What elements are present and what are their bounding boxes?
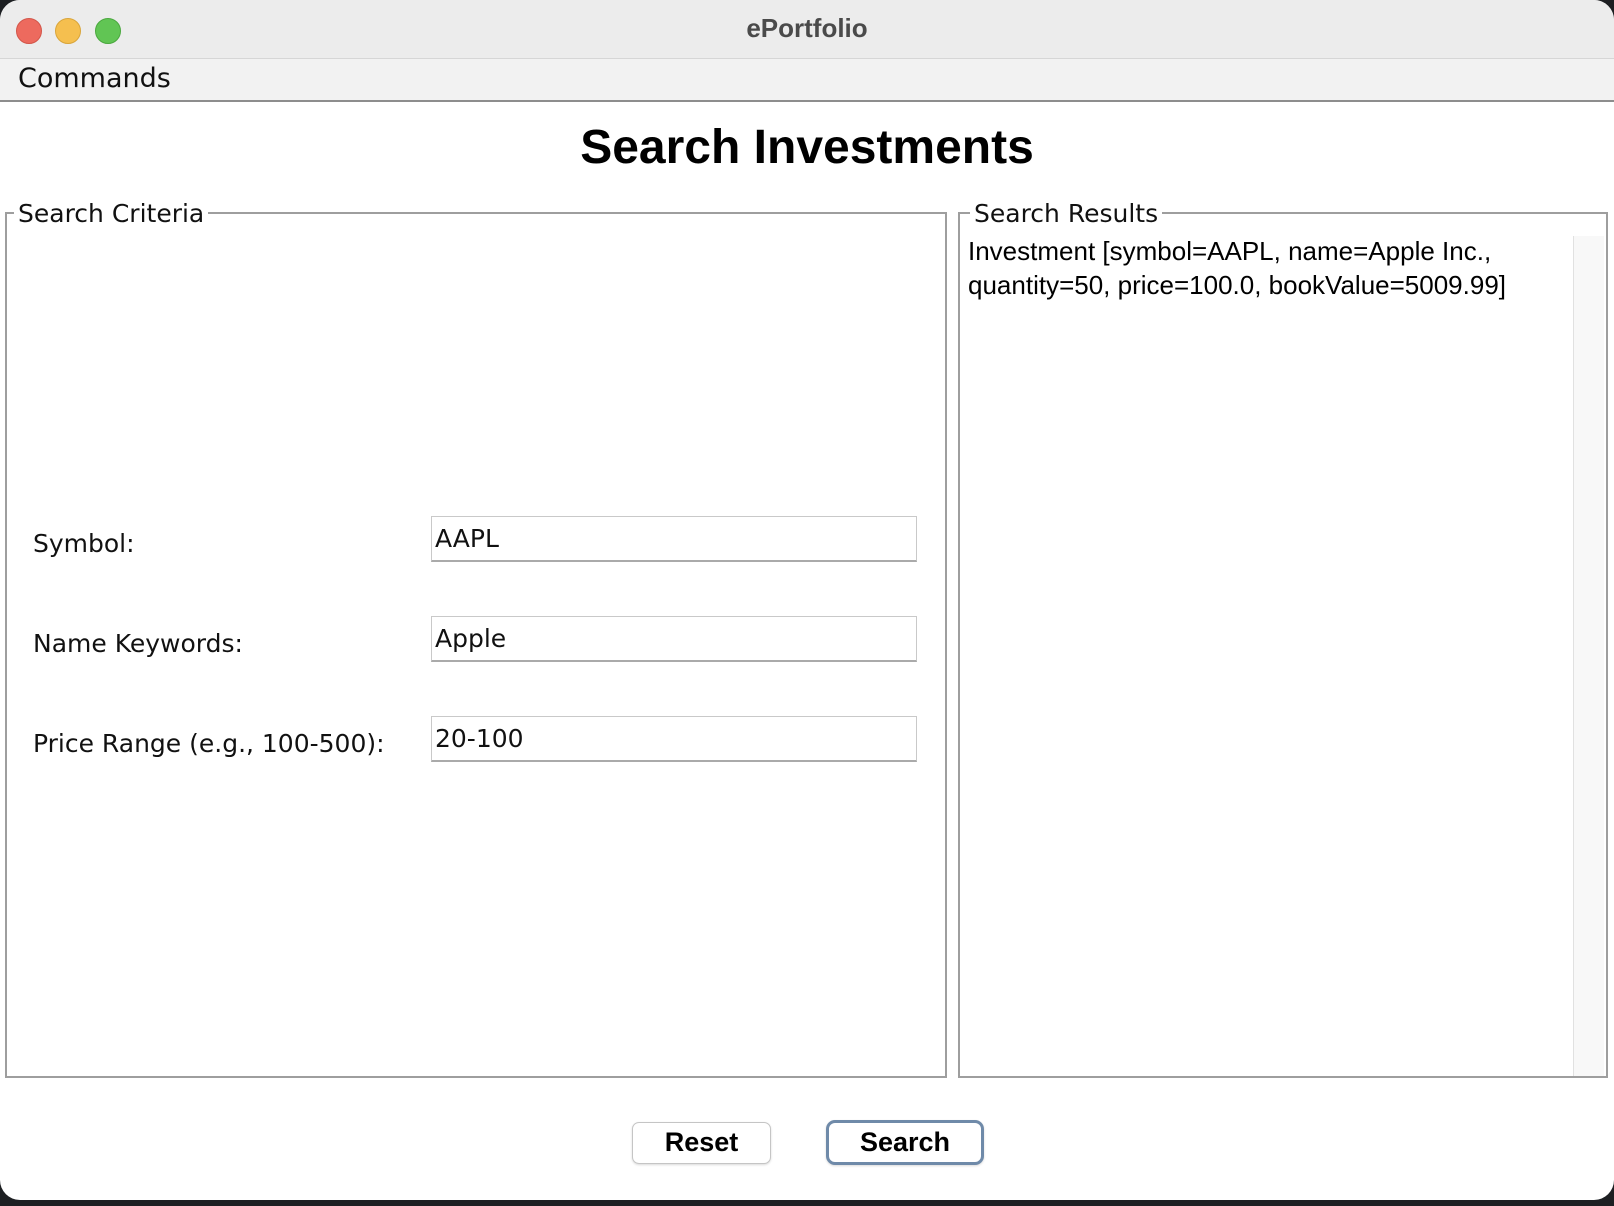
price-range-label: Price Range (e.g., 100-500): xyxy=(33,729,385,758)
results-scrollbar[interactable] xyxy=(1573,236,1604,1076)
search-results-legend: Search Results xyxy=(970,200,1163,228)
app-window: ePortfolio Commands Search Investments S… xyxy=(0,0,1614,1200)
search-button[interactable]: Search xyxy=(826,1120,984,1165)
page-title: Search Investments xyxy=(580,121,1034,174)
symbol-input[interactable] xyxy=(431,516,917,562)
price-range-input[interactable] xyxy=(431,716,917,762)
menu-commands[interactable]: Commands xyxy=(18,63,171,94)
reset-button[interactable]: Reset xyxy=(632,1122,771,1164)
menu-bar: Commands xyxy=(0,59,1614,102)
name-keywords-input[interactable] xyxy=(431,616,917,662)
symbol-label: Symbol: xyxy=(33,529,135,558)
title-bar[interactable]: ePortfolio xyxy=(0,0,1614,59)
window-title: ePortfolio xyxy=(746,13,868,43)
name-keywords-label: Name Keywords: xyxy=(33,629,243,658)
search-criteria-panel: Search Criteria Symbol: Name Keywords: P… xyxy=(5,200,947,1078)
search-results-text[interactable]: Investment [symbol=AAPL, name=Apple Inc.… xyxy=(968,234,1568,302)
search-results-panel: Search Results Investment [symbol=AAPL, … xyxy=(958,200,1608,1078)
search-criteria-legend: Search Criteria xyxy=(14,200,209,228)
